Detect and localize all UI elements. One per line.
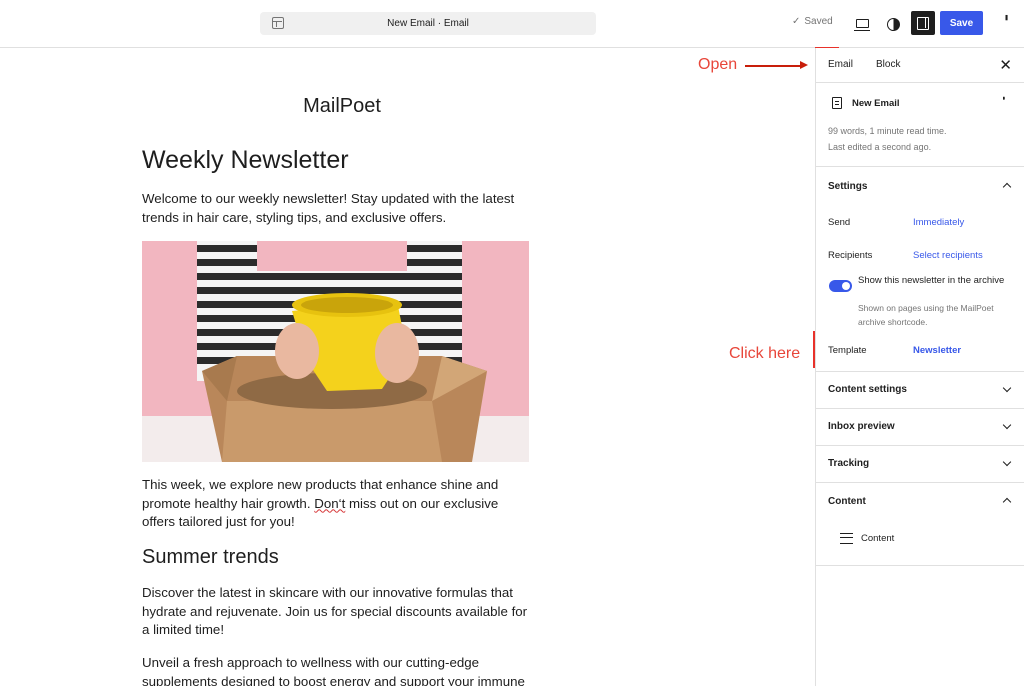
email-paragraph-3[interactable]: Discover the latest in skincare with our…	[142, 584, 534, 640]
chevron-down-icon[interactable]	[1002, 420, 1012, 430]
annotation-click-label: Click here	[729, 345, 801, 362]
sidebar-tabs: Email Block ✕	[816, 48, 1024, 83]
hero-image[interactable]	[142, 241, 529, 462]
settings-panel-title[interactable]: Settings	[828, 181, 867, 192]
archive-toggle-label[interactable]: Show this newsletter in the archive	[858, 275, 1008, 287]
tracking-title[interactable]: Tracking	[828, 458, 869, 469]
inbox-preview-panel[interactable]: Inbox preview	[816, 409, 1024, 446]
hero-illustration	[142, 241, 529, 462]
last-edited: Last edited a second ago.	[828, 142, 932, 152]
email-summary-title: New Email	[852, 98, 900, 109]
tab-block[interactable]: Block	[876, 59, 900, 70]
email-paragraph-4[interactable]: Unveil a fresh approach to wellness with…	[142, 654, 534, 686]
content-settings-panel[interactable]: Content settings	[816, 372, 1024, 409]
send-value[interactable]: Immediately	[913, 217, 964, 228]
layout-icon[interactable]	[272, 17, 284, 29]
chevron-down-icon[interactable]	[1002, 383, 1012, 393]
recipients-value[interactable]: Select recipients	[913, 250, 983, 261]
contrast-icon	[886, 17, 900, 31]
document-icon	[832, 97, 842, 109]
template-label: Template	[828, 345, 867, 356]
more-vertical-icon[interactable]: ···	[996, 96, 1010, 98]
styles-button[interactable]	[882, 13, 904, 35]
settings-panel: Settings Send Immediately Recipients Sel…	[816, 167, 1024, 372]
chevron-down-icon[interactable]	[1002, 457, 1012, 467]
recipients-label: Recipients	[828, 250, 873, 261]
document-title: New Email · Email	[387, 18, 469, 29]
archive-help-text: Shown on pages using the MailPoet archiv…	[858, 303, 994, 327]
email-intro-paragraph[interactable]: Welcome to our weekly newsletter! Stay u…	[142, 190, 532, 227]
annotation-open-arrowhead	[800, 61, 808, 69]
saved-label: Saved	[804, 16, 833, 27]
send-label: Send	[828, 217, 851, 228]
save-button[interactable]: Save	[940, 11, 983, 35]
email-brand[interactable]: MailPoet	[142, 95, 542, 118]
check-icon: ✓	[792, 16, 801, 27]
content-settings-title[interactable]: Content settings	[828, 384, 907, 395]
email-paragraph-2[interactable]: This week, we explore new products that …	[142, 476, 532, 532]
email-stats: 99 words, 1 minute read time.	[828, 126, 947, 136]
annotation-open-label: Open	[698, 56, 738, 73]
email-subheading[interactable]: Summer trends	[142, 546, 279, 569]
tab-email[interactable]: Email	[828, 59, 853, 70]
email-summary-panel: New Email ··· 99 words, 1 minute read ti…	[816, 83, 1024, 167]
sidebar-toggle-icon	[917, 16, 929, 30]
settings-sidebar-toggle[interactable]	[911, 11, 935, 35]
content-panel: Content Content	[816, 483, 1024, 566]
template-value-newsletter[interactable]: Newsletter	[913, 345, 961, 356]
editor-top-bar: New Email · Email ✓ Saved Save ···	[0, 0, 1024, 48]
tracking-panel[interactable]: Tracking	[816, 446, 1024, 483]
settings-sidebar: Email Block ✕ New Email ··· 99 words, 1 …	[815, 48, 1024, 686]
email-canvas: MailPoet Weekly Newsletter Welcome to ou…	[0, 49, 815, 686]
annotation-open-arrow-line	[745, 65, 801, 67]
more-vertical-icon[interactable]: ···	[999, 14, 1015, 19]
inbox-preview-title[interactable]: Inbox preview	[828, 421, 895, 432]
document-title-bar[interactable]: New Email · Email	[260, 12, 596, 35]
archive-toggle[interactable]	[829, 280, 852, 292]
chevron-up-icon[interactable]	[1002, 182, 1012, 192]
desktop-preview-button[interactable]	[852, 13, 874, 35]
desktop-preview-icon	[854, 19, 870, 31]
list-view-icon	[840, 533, 853, 544]
spelling-error-word[interactable]: Don‘t	[314, 496, 345, 511]
email-heading[interactable]: Weekly Newsletter	[142, 146, 349, 175]
chevron-up-icon[interactable]	[1002, 497, 1012, 507]
content-list-item[interactable]: Content	[861, 533, 894, 544]
content-panel-title[interactable]: Content	[828, 496, 866, 507]
close-icon[interactable]: ✕	[999, 56, 1012, 74]
saved-status: ✓ Saved	[792, 16, 833, 27]
